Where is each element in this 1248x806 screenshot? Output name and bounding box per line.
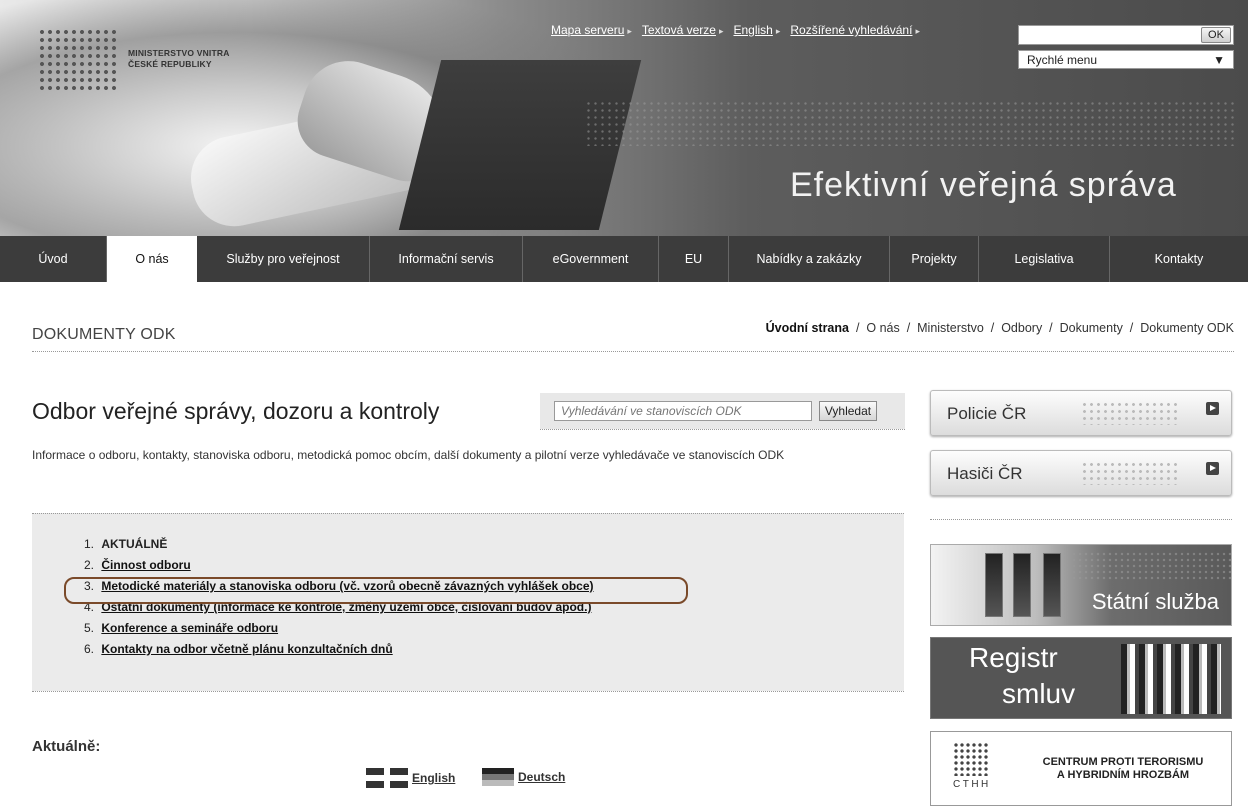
section-description: Informace o odboru, kontakty, stanoviska… [32, 448, 785, 462]
ministry-logo[interactable]: MINISTERSTVO VNITRA ČESKÉ REPUBLIKY [38, 28, 230, 90]
quick-menu-label: Rychlé menu [1027, 53, 1098, 67]
statni-sluzba-label: Státní služba [1091, 589, 1219, 614]
quick-menu-select[interactable]: Rychlé menu ▼ [1018, 50, 1234, 69]
site-header: MINISTERSTVO VNITRA ČESKÉ REPUBLIKY Mapa… [0, 0, 1248, 236]
dot-pattern [1081, 461, 1181, 485]
arrow-right-icon: ▸ [718, 26, 724, 36]
logo-text-line1: MINISTERSTVO VNITRA [128, 48, 230, 58]
cthh-title-line1: CENTRUM PROTI TERORISMU [1042, 756, 1204, 768]
list-link-kontakty[interactable]: Kontakty na odbor včetně plánu konzultač… [101, 642, 392, 656]
list-link-konference[interactable]: Konference a semináře odboru [101, 621, 278, 635]
german-flag-icon [482, 768, 514, 786]
breadcrumb-odbory[interactable]: Odbory [1001, 321, 1042, 335]
breadcrumb: Úvodní strana / O nás / Ministerstvo / O… [766, 321, 1234, 335]
breadcrumb-ministerstvo[interactable]: Ministerstvo [917, 321, 984, 335]
binder-image [1013, 553, 1031, 617]
arrow-right-icon: ▸ [915, 26, 920, 36]
nav-nabidky[interactable]: Nabídky a zakázky [729, 236, 890, 282]
nav-egovernment[interactable]: eGovernment [523, 236, 659, 282]
uk-flag-icon [366, 768, 408, 788]
sitemap-link[interactable]: Mapa serveru [551, 23, 624, 37]
logo-text-line2: ČESKÉ REPUBLIKY [128, 59, 212, 69]
cthh-banner[interactable]: CTHH CENTRUM PROTI TERORISMU A HYBRIDNÍM… [930, 731, 1232, 806]
breadcrumb-current: Dokumenty ODK [1140, 321, 1234, 335]
dot-pattern [1081, 401, 1181, 425]
header-dot-pattern [585, 100, 1235, 146]
policie-cr-button[interactable]: Policie ČR [930, 390, 1232, 436]
nav-projekty[interactable]: Projekty [890, 236, 979, 282]
aktualne-heading: Aktuálně: [32, 738, 101, 755]
cthh-title-line2: A HYBRIDNÍM HROZBÁM [1056, 769, 1190, 781]
nav-o-nas[interactable]: O nás [107, 236, 197, 282]
english-link[interactable]: English [733, 23, 772, 37]
top-links: Mapa serveru ▸ Textová verze ▸ English ▸ Ro… [551, 23, 920, 37]
breadcrumb-home[interactable]: Úvodní strana [766, 321, 849, 335]
cthh-abbreviation: CTHH [953, 779, 991, 790]
list-item: 5. Konference a semináře odboru [84, 621, 279, 635]
list-link-cinnost[interactable]: Činnost odboru [101, 558, 190, 572]
deutsch-language-link[interactable]: Deutsch [518, 770, 565, 784]
list-item: 2. Činnost odboru [84, 558, 191, 572]
page-title: DOKUMENTY ODK [32, 326, 176, 343]
header-tagline: Efektivní veřejná správa [790, 166, 1177, 204]
breadcrumb-dokumenty[interactable]: Dokumenty [1060, 321, 1123, 335]
divider [540, 429, 905, 430]
server-room-image [1121, 644, 1221, 714]
section-heading: Odbor veřejné správy, dozoru a kontroly [32, 398, 440, 424]
nav-kontakty[interactable]: Kontakty [1110, 236, 1248, 282]
english-language-link[interactable]: English [412, 771, 455, 785]
breadcrumb-separator: / [1129, 321, 1134, 335]
list-item: 6. Kontakty na odbor včetně plánu konzul… [84, 642, 393, 656]
nav-eu[interactable]: EU [659, 236, 729, 282]
dot-pattern [1071, 551, 1231, 581]
divider [32, 691, 904, 692]
binder-image [1043, 553, 1061, 617]
hasici-cr-label: Hasiči ČR [947, 464, 1023, 483]
nav-sluzby[interactable]: Služby pro veřejnost [197, 236, 370, 282]
highlight-annotation [64, 577, 688, 604]
registr-label: Registr [969, 642, 1058, 673]
arrow-right-icon: ▸ [775, 26, 781, 36]
play-arrow-icon [1206, 402, 1219, 415]
breadcrumb-separator: / [906, 321, 911, 335]
ministry-logo-icon [38, 28, 118, 90]
nav-legislativa[interactable]: Legislativa [979, 236, 1110, 282]
list-item: 1. AKTUÁLNĚ [84, 537, 168, 551]
main-nav: Úvod O nás Služby pro veřejnost Informač… [0, 236, 1248, 282]
breadcrumb-separator: / [1049, 321, 1053, 335]
cthh-logo-icon [953, 742, 989, 776]
breadcrumb-separator: / [855, 321, 860, 335]
odk-search-input[interactable] [554, 401, 812, 421]
divider [930, 519, 1232, 520]
advanced-search-link[interactable]: Rozšířené vyhledávání [790, 23, 912, 37]
registr-smluv-banner[interactable]: Registr smluv [930, 637, 1232, 719]
nav-informacni-servis[interactable]: Informační servis [370, 236, 523, 282]
policie-cr-label: Policie ČR [947, 404, 1027, 423]
language-deutsch[interactable]: Deutsch [482, 768, 565, 786]
play-arrow-icon [1206, 462, 1219, 475]
binder-image [985, 553, 1003, 617]
statni-sluzba-banner[interactable]: Státní služba [930, 544, 1232, 626]
dropdown-arrow-icon: ▼ [1213, 53, 1225, 67]
breadcrumb-separator: / [990, 321, 995, 335]
nav-uvod[interactable]: Úvod [0, 236, 107, 282]
breadcrumb-o-nas[interactable]: O nás [866, 321, 899, 335]
odk-search-button[interactable]: Vyhledat [819, 401, 877, 421]
divider [32, 351, 1234, 352]
hasici-cr-button[interactable]: Hasiči ČR [930, 450, 1232, 496]
divider [32, 513, 904, 514]
list-item-aktualne: AKTUÁLNĚ [101, 537, 168, 551]
smluv-label: smluv [1002, 678, 1076, 709]
language-english[interactable]: English [366, 768, 455, 788]
site-search-ok-button[interactable]: OK [1201, 27, 1231, 43]
text-version-link[interactable]: Textová verze [642, 23, 716, 37]
arrow-right-icon: ▸ [627, 26, 632, 36]
